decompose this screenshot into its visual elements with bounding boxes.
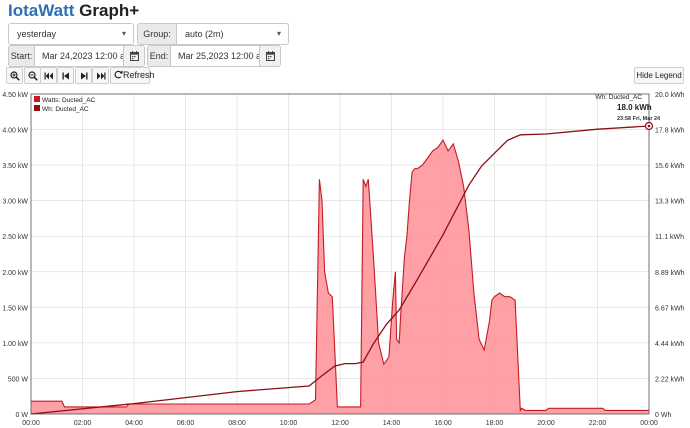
y-left-tick-label: 1.00 kW [2, 341, 28, 348]
y-right-tick-label: 20.0 kWh [655, 92, 685, 99]
group-select[interactable]: auto (2m) ▾ [176, 23, 289, 45]
tooltip-marker-dot [647, 124, 651, 128]
step-forward-button[interactable] [75, 67, 92, 84]
tooltip-value: 18.0 kWh [617, 103, 652, 112]
x-tick-label: 02:00 [74, 420, 92, 427]
period-select-value: yesterday [17, 29, 57, 39]
y-left-tick-label: 500 W [8, 376, 29, 383]
calendar-icon [266, 51, 275, 61]
x-tick-label: 22:00 [589, 420, 607, 427]
y-right-tick-label: 4.44 kWh [655, 341, 685, 348]
legend-label: Watts: Ducted_AC [42, 97, 96, 104]
refresh-icon [114, 70, 123, 79]
end-label: End: [147, 45, 171, 67]
y-left-tick-label: 0 W [16, 412, 29, 419]
y-right-tick-label: 6.67 kWh [655, 305, 685, 312]
step-back-button[interactable] [57, 67, 74, 84]
y-left-tick-label: 3.50 kW [2, 163, 28, 170]
end-date-input[interactable]: Mar 25,2023 12:00 am [170, 45, 269, 67]
skip-back-button[interactable] [40, 67, 57, 84]
x-tick-label: 14:00 [383, 420, 401, 427]
start-calendar-button[interactable] [123, 45, 145, 67]
zoom-in-icon [10, 71, 20, 81]
x-tick-label: 00:00 [22, 420, 40, 427]
zoom-out-icon [28, 71, 38, 81]
x-tick-label: 04:00 [125, 420, 143, 427]
refresh-button[interactable]: Refresh [110, 67, 155, 84]
tooltip-time: 23:58 Fri, Mar 24 [617, 116, 661, 122]
step-forward-icon [81, 72, 88, 80]
chevron-down-icon: ▾ [276, 29, 281, 38]
legend-swatch [34, 96, 40, 102]
x-tick-label: 18:00 [486, 420, 504, 427]
skip-back-icon [44, 72, 53, 80]
legend-label: Wh: Ducted_AC [42, 106, 89, 113]
y-right-tick-label: 2.22 kWh [655, 376, 685, 383]
x-tick-label: 10:00 [280, 420, 298, 427]
app-title-suffix: Graph+ [79, 1, 140, 20]
y-right-tick-label: 0 Wh [655, 412, 671, 419]
y-left-tick-label: 1.50 kW [2, 305, 28, 312]
group-select-value: auto (2m) [185, 29, 224, 39]
y-right-tick-label: 11.1 kWh [655, 234, 684, 241]
x-tick-label: 12:00 [331, 420, 349, 427]
y-right-tick-label: 15.6 kWh [655, 163, 685, 170]
period-select[interactable]: yesterday ▾ [8, 23, 134, 45]
end-calendar-button[interactable] [259, 45, 281, 67]
zoom-in-button[interactable] [6, 67, 23, 84]
tooltip-series: Wh: Ducted_AC [595, 94, 642, 101]
y-right-tick-label: 13.3 kWh [655, 199, 685, 206]
y-left-tick-label: 3.00 kW [2, 199, 28, 206]
x-tick-label: 08:00 [228, 420, 246, 427]
y-right-tick-label: 17.8 kWh [655, 128, 685, 135]
tooltip: Wh: Ducted_AC 18.0 kWh 23:58 Fri, Mar 24 [595, 94, 661, 131]
x-tick-label: 00:00 [640, 420, 658, 427]
x-tick-label: 20:00 [537, 420, 555, 427]
axis-ticks: 0 W 0 Wh 500 W 2.22 kWh 1.00 kW 4.44 kWh 1.50 … [2, 92, 684, 427]
start-date-input[interactable]: Mar 24,2023 12:00 am [34, 45, 133, 67]
y-right-tick-label: 8.89 kWh [655, 270, 685, 277]
skip-forward-icon [97, 72, 106, 80]
chevron-down-icon: ▾ [121, 29, 126, 38]
legend-swatch [34, 105, 40, 111]
y-left-tick-label: 2.00 kW [2, 270, 28, 277]
x-tick-label: 06:00 [177, 420, 195, 427]
y-left-tick-label: 4.50 kW [2, 92, 28, 99]
power-chart[interactable]: 0 W 0 Wh 500 W 2.22 kWh 1.00 kW 4.44 kWh 1.50 … [0, 90, 690, 428]
group-label: Group: [137, 23, 177, 45]
calendar-icon [130, 51, 139, 61]
start-label: Start: [8, 45, 35, 67]
legend: Watts: Ducted_AC Wh: Ducted_AC [34, 96, 96, 113]
zoom-out-button[interactable] [24, 67, 41, 84]
chart-grid [30, 93, 650, 415]
skip-forward-button[interactable] [92, 67, 109, 84]
refresh-label: Refresh [123, 70, 155, 80]
hide-legend-button[interactable]: Hide Legend [634, 67, 684, 84]
app-title: IotaWatt Graph+ [8, 1, 139, 21]
y-left-tick-label: 4.00 kW [2, 128, 28, 135]
app-title-brand: IotaWatt [8, 1, 75, 20]
y-left-tick-label: 2.50 kW [2, 234, 28, 241]
step-back-icon [62, 72, 69, 80]
x-tick-label: 16:00 [434, 420, 452, 427]
